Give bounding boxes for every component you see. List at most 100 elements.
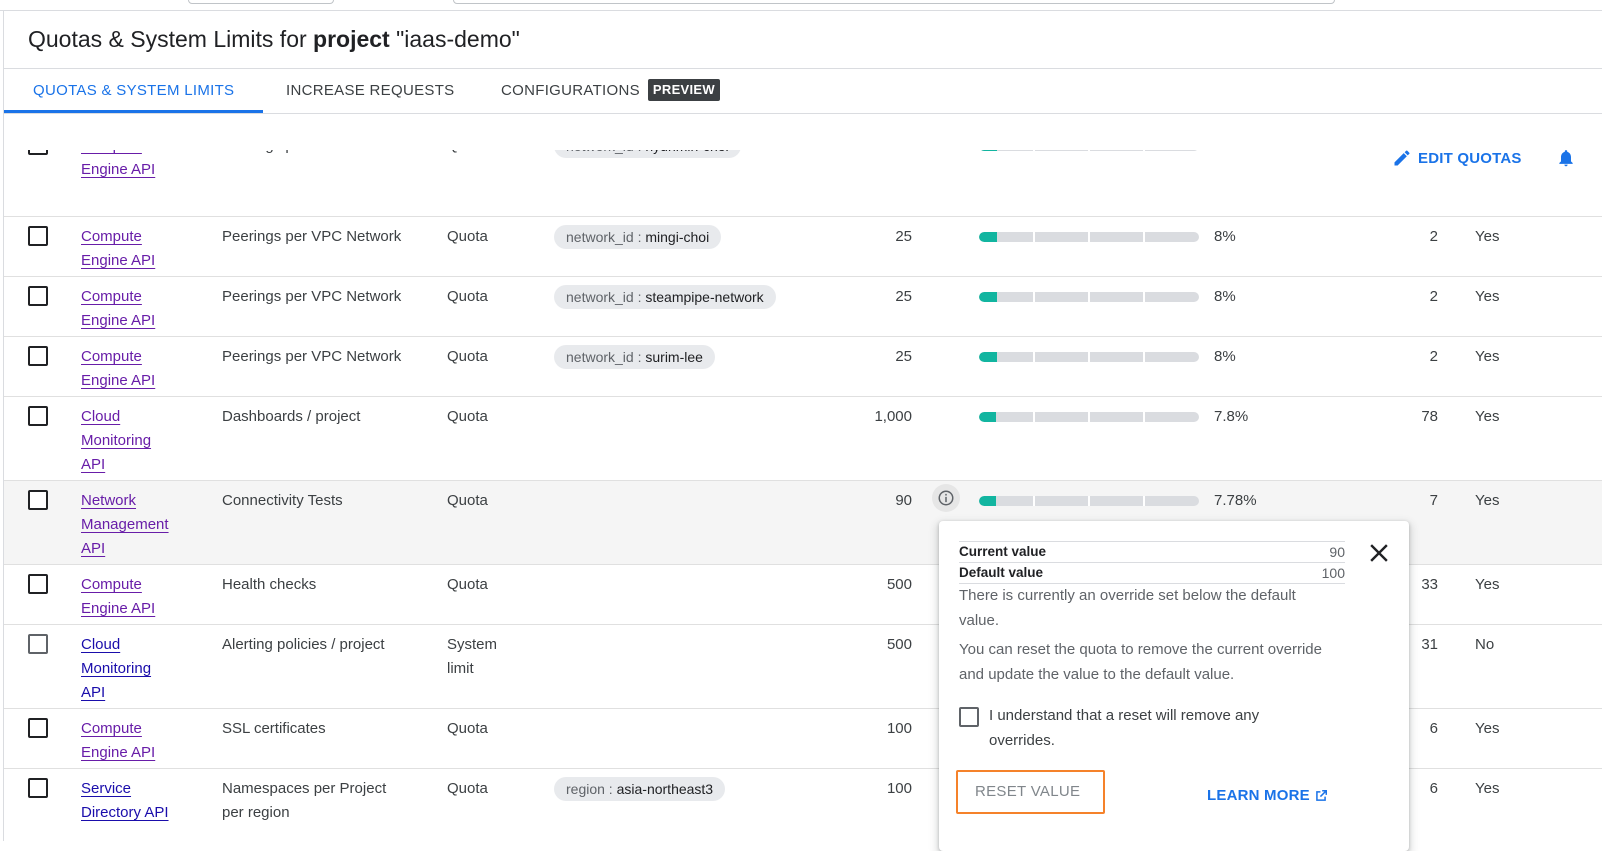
quota-name: Dashboards / project: [222, 408, 361, 425]
info-circle-glyph: [938, 490, 954, 506]
open-in-new-icon: [1316, 789, 1327, 801]
service-link[interactable]: Cloud Monitoring API: [81, 633, 191, 705]
tab-increase-requests[interactable]: INCREASE REQUESTS: [286, 69, 454, 113]
understand-reset-checkbox[interactable]: [959, 707, 979, 727]
override-notice: There is currently an override set below…: [959, 587, 1296, 629]
row-checkbox[interactable]: [28, 286, 48, 306]
table-row: Cloud Monitoring API Dashboards / project Qu…: [4, 397, 1602, 481]
quota-name: Peerings per VPC Network: [222, 348, 402, 365]
usage-bar: [979, 292, 1199, 302]
quota-values-table: Current value 90 Default value 100: [959, 541, 1345, 584]
row-checkbox[interactable]: [28, 150, 48, 155]
row-checkbox[interactable]: [28, 778, 48, 798]
usage-bar: [979, 412, 1199, 422]
table-row: ComputeEngine API Peerings per VPC Networ…: [4, 150, 1602, 217]
usage-bar: [979, 232, 1199, 242]
row-checkbox[interactable]: [28, 718, 48, 738]
usage-bar: [979, 352, 1199, 362]
service-link[interactable]: ComputeEngine API: [81, 573, 191, 621]
adjustable-flag: Yes: [1475, 720, 1500, 737]
quota-value: 1,000: [874, 408, 912, 425]
quota-type: Quota: [447, 348, 488, 365]
quota-value: 100: [886, 720, 912, 737]
pencil-icon: [1394, 150, 1410, 166]
row-checkbox[interactable]: [28, 490, 48, 510]
table-row: ComputeEngine API Peerings per VPC Networ…: [4, 277, 1602, 337]
bell-icon: [1559, 150, 1573, 167]
dimension-chip: network_id : surim-lee: [554, 345, 715, 369]
page-header: Quotas & System Limits for project "iaas…: [3, 10, 1602, 69]
service-link[interactable]: Service Directory API: [81, 777, 191, 825]
top-search-partial[interactable]: [453, 0, 1335, 4]
default-value-row: Default value 100: [959, 563, 1345, 584]
adjustable-flag: Yes: [1475, 348, 1500, 365]
adjustable-flag: Yes: [1475, 492, 1500, 509]
alert-button[interactable]: [1556, 148, 1576, 168]
top-control-partial[interactable]: [188, 0, 334, 4]
page-title: Quotas & System Limits for project "iaas…: [28, 26, 520, 52]
dimension-chip: network_id : hyunmin-choi: [554, 150, 741, 158]
row-checkbox[interactable]: [28, 634, 48, 654]
quota-name: Alerting policies / project: [222, 636, 385, 653]
edit-quotas-button[interactable]: EDIT QUOTAS: [1392, 148, 1522, 168]
row-checkbox[interactable]: [28, 406, 48, 426]
usage-percent: 8%: [1214, 288, 1236, 305]
quota-value: 25: [824, 150, 912, 158]
tab-quotas-system-limits[interactable]: QUOTAS & SYSTEM LIMITS: [4, 69, 264, 113]
current-usage: 7: [1429, 492, 1438, 509]
quota-type: Quota: [447, 288, 488, 305]
dimension-chip: region : asia-northeast3: [554, 777, 726, 801]
quota-value: 100: [886, 780, 912, 797]
quota-type: System limit: [447, 636, 498, 677]
reset-value-button[interactable]: RESET VALUE: [956, 770, 1105, 814]
quota-name: Connectivity Tests: [222, 492, 343, 509]
service-link[interactable]: ComputeEngine API: [81, 150, 191, 182]
adjustable-flag: Yes: [1475, 288, 1500, 305]
adjustable-flag: No: [1475, 636, 1495, 653]
quota-name: Namespaces per Project per region: [222, 780, 387, 821]
understand-reset-label: I understand that a reset will remove an…: [989, 707, 1260, 749]
tab-bar: QUOTAS & SYSTEM LIMITS INCREASE REQUESTS…: [3, 69, 1602, 114]
quota-name: SSL certificates: [222, 720, 326, 737]
quota-value: 500: [886, 636, 912, 653]
service-link[interactable]: ComputeEngine API: [81, 717, 191, 765]
table-row: ComputeEngine API Peerings per VPC Networ…: [4, 337, 1602, 397]
close-popover-button[interactable]: [1367, 541, 1391, 565]
usage-percent: 8%: [1214, 150, 1294, 158]
learn-more-link[interactable]: LEARN MORE: [1207, 787, 1328, 804]
quota-value: 25: [895, 228, 912, 245]
tab-configurations[interactable]: CONFIGURATIONS PREVIEW: [501, 69, 720, 113]
quota-type: Quota: [447, 228, 488, 245]
adjustable-flag: Yes: [1475, 780, 1500, 797]
dimension-chip: network_id : steampipe-network: [554, 285, 776, 309]
service-link[interactable]: ComputeEngine API: [81, 225, 191, 273]
usage-percent: 8%: [1214, 228, 1236, 245]
row-checkbox[interactable]: [28, 574, 48, 594]
current-usage: 2: [1429, 348, 1438, 365]
row-checkbox[interactable]: [28, 226, 48, 246]
service-link[interactable]: ComputeEngine API: [81, 345, 191, 393]
current-value-row: Current value 90: [959, 542, 1345, 563]
close-icon: [1370, 544, 1388, 562]
quota-type: Quota: [447, 576, 488, 593]
info-icon[interactable]: [932, 484, 960, 512]
current-usage: 2: [1429, 228, 1438, 245]
dimension-chip: network_id : mingi-choi: [554, 225, 722, 249]
quota-value: 500: [886, 576, 912, 593]
service-link[interactable]: Cloud Monitoring API: [81, 405, 191, 477]
service-link[interactable]: ComputeEngine API: [81, 285, 191, 333]
usage-percent: 7.78%: [1214, 492, 1257, 509]
quota-type: Quota: [447, 150, 537, 158]
quota-value: 25: [895, 348, 912, 365]
adjustable-flag: Yes: [1475, 228, 1500, 245]
reset-explanation: You can reset the quota to remove the cu…: [959, 641, 1322, 683]
usage-percent: 8%: [1214, 348, 1236, 365]
usage-bar: [979, 150, 1199, 151]
row-checkbox[interactable]: [28, 346, 48, 366]
adjustable-flag: Yes: [1475, 408, 1500, 425]
quota-name: Peerings per VPC Network: [222, 288, 402, 305]
current-usage: 2: [1429, 288, 1438, 305]
service-link[interactable]: Network Management API: [81, 489, 191, 561]
quota-name: Peerings per VPC Network: [222, 228, 402, 245]
quota-type: Quota: [447, 492, 488, 509]
